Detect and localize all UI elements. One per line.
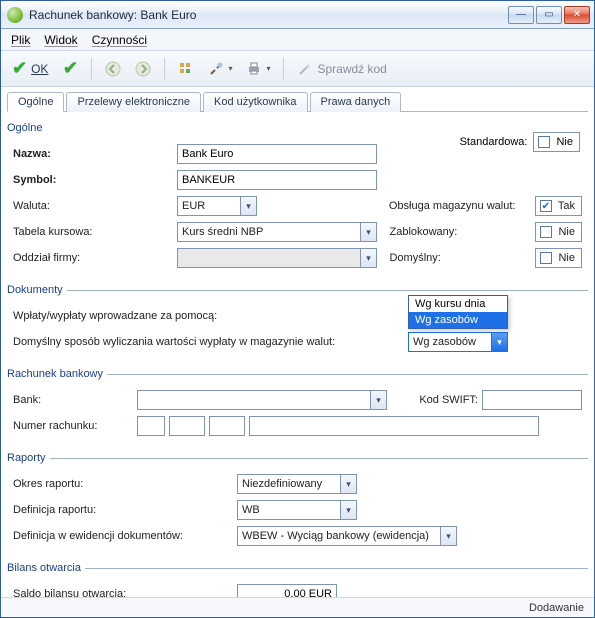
account-number-label: Numer rachunku:: [7, 420, 137, 432]
ok-button[interactable]: ✔ OK: [7, 56, 53, 82]
app-window: Rachunek bankowy: Bank Euro — ▭ ✕ Plik W…: [0, 0, 595, 618]
tab-general[interactable]: Ogólne: [7, 92, 64, 112]
bank-combo[interactable]: ▾: [137, 390, 387, 410]
minimize-button[interactable]: —: [508, 6, 534, 24]
apply-button[interactable]: ✔: [57, 56, 83, 82]
chevron-down-icon: ▾: [370, 391, 386, 409]
account-seg-0[interactable]: [137, 416, 165, 436]
check-icon: ✔: [12, 58, 27, 79]
warehouse-toggle[interactable]: ✔Tak: [535, 196, 582, 216]
chevron-down-icon: ▾: [340, 501, 356, 519]
balance-label: Saldo bilansu otwarcia:: [7, 588, 237, 597]
check-icon: ✔: [63, 58, 78, 79]
report-def-label: Definicja raportu:: [7, 504, 237, 516]
toolbar: ✔ OK ✔ ▾ ▾ Sprawdź kod: [1, 51, 594, 87]
locked-label: Zablokowany:: [389, 226, 529, 238]
period-combo[interactable]: Niezdefiniowany▾: [237, 474, 357, 494]
statusbar: Dodawanie: [1, 597, 594, 617]
name-label: Nazwa:: [7, 148, 177, 160]
rate-table-label: Tabela kursowa:: [7, 226, 177, 238]
standard-label: Standardowa:: [460, 136, 528, 148]
branch-label: Oddział firmy:: [7, 252, 177, 264]
status-mode: Dodawanie: [529, 602, 584, 614]
window-title: Rachunek bankowy: Bank Euro: [29, 8, 508, 22]
entry-label: Wpłaty/wypłaty wprowadzane za pomocą:: [7, 310, 397, 322]
print-button[interactable]: ▾: [241, 56, 275, 82]
tab-bar: Ogólne Przelewy elektroniczne Kod użytko…: [7, 91, 588, 112]
content-area: Ogólne Przelewy elektroniczne Kod użytko…: [1, 87, 594, 597]
chevron-down-icon: ▾: [360, 223, 376, 241]
tab-transfers[interactable]: Przelewy elektroniczne: [66, 92, 201, 112]
branch-combo[interactable]: ▾: [177, 248, 377, 268]
calc-option-1[interactable]: Wg zasobów: [409, 312, 507, 328]
evidence-def-combo[interactable]: WBEW - Wyciąg bankowy (ewidencja)▾: [237, 526, 457, 546]
menu-view[interactable]: Widok: [44, 33, 77, 47]
default-label: Domyślny:: [389, 252, 529, 264]
group-general-legend: Ogólne: [7, 122, 42, 134]
calc-combo-dropdown[interactable]: Wg kursu dnia Wg zasobów: [408, 295, 508, 329]
account-seg-2[interactable]: [209, 416, 245, 436]
chevron-down-icon: ▾: [360, 249, 376, 267]
printer-icon: [246, 61, 262, 77]
swift-input[interactable]: [482, 390, 582, 410]
report-def-combo[interactable]: WB▾: [237, 500, 357, 520]
calc-label: Domyślny sposób wyliczania wartości wypł…: [7, 336, 397, 348]
wand-icon: [297, 61, 313, 77]
rate-table-combo[interactable]: Kurs średni NBP▾: [177, 222, 377, 242]
name-input[interactable]: [177, 144, 377, 164]
menu-actions[interactable]: Czynności: [92, 33, 147, 47]
group-reports: Raporty Okres raportu: Niezdefiniowany▾ …: [7, 452, 588, 554]
tool-button-1[interactable]: [173, 56, 199, 82]
group-opening-legend: Bilans otwarcia: [7, 562, 85, 574]
account-seg-3[interactable]: [249, 416, 539, 436]
arrow-left-icon: [105, 61, 121, 77]
check-code-button[interactable]: Sprawdź kod: [292, 56, 391, 82]
close-button[interactable]: ✕: [564, 6, 590, 24]
group-documents-legend: Dokumenty: [7, 284, 67, 296]
chevron-down-icon: ▾: [491, 333, 507, 351]
bank-label: Bank:: [7, 394, 137, 406]
group-reports-legend: Raporty: [7, 452, 50, 464]
chevron-down-icon: ▾: [440, 527, 456, 545]
group-account: Rachunek bankowy Bank: ▾ Kod SWIFT: Nume…: [7, 368, 588, 444]
menu-file[interactable]: Plik: [11, 33, 30, 47]
tab-usercode[interactable]: Kod użytkownika: [203, 92, 308, 112]
account-seg-1[interactable]: [169, 416, 205, 436]
chevron-down-icon: ▾: [340, 475, 356, 493]
group-opening: Bilans otwarcia Saldo bilansu otwarcia:: [7, 562, 588, 597]
group-account-legend: Rachunek bankowy: [7, 368, 107, 380]
check-code-label: Sprawdź kod: [317, 62, 386, 76]
standard-toggle[interactable]: ✔Nie: [533, 132, 580, 152]
chevron-down-icon: ▾: [228, 64, 232, 73]
swift-label: Kod SWIFT:: [419, 394, 478, 406]
default-toggle[interactable]: ✔Nie: [535, 248, 582, 268]
nav-forward-button[interactable]: [130, 56, 156, 82]
ok-button-label: OK: [31, 62, 48, 76]
nav-back-button[interactable]: [100, 56, 126, 82]
locked-toggle[interactable]: ✔Nie: [535, 222, 582, 242]
grid-icon: [178, 61, 194, 77]
calc-option-0[interactable]: Wg kursu dnia: [409, 296, 507, 312]
maximize-button[interactable]: ▭: [536, 6, 562, 24]
tools-icon: [208, 61, 224, 77]
titlebar: Rachunek bankowy: Bank Euro — ▭ ✕: [1, 1, 594, 29]
account-number-inputs: [137, 416, 539, 436]
currency-label: Waluta:: [7, 200, 177, 212]
evidence-def-label: Definicja w ewidencji dokumentów:: [7, 530, 237, 542]
app-icon: [7, 7, 23, 23]
tab-datarights[interactable]: Prawa danych: [310, 92, 402, 112]
calc-combo[interactable]: Wg zasobów▾: [408, 332, 508, 352]
period-label: Okres raportu:: [7, 478, 237, 490]
symbol-label: Symbol:: [7, 174, 177, 186]
currency-combo[interactable]: EUR▾: [177, 196, 257, 216]
menubar: Plik Widok Czynności: [1, 29, 594, 51]
tool-button-2[interactable]: ▾: [203, 56, 237, 82]
chevron-down-icon: ▾: [240, 197, 256, 215]
arrow-right-icon: [135, 61, 151, 77]
balance-input[interactable]: [237, 584, 337, 597]
group-general: Ogólne Standardowa: ✔Nie Nazwa: Symbol: …: [7, 122, 588, 276]
warehouse-label: Obsługa magazynu walut:: [389, 200, 529, 212]
symbol-input[interactable]: [177, 170, 377, 190]
chevron-down-icon: ▾: [266, 64, 270, 73]
